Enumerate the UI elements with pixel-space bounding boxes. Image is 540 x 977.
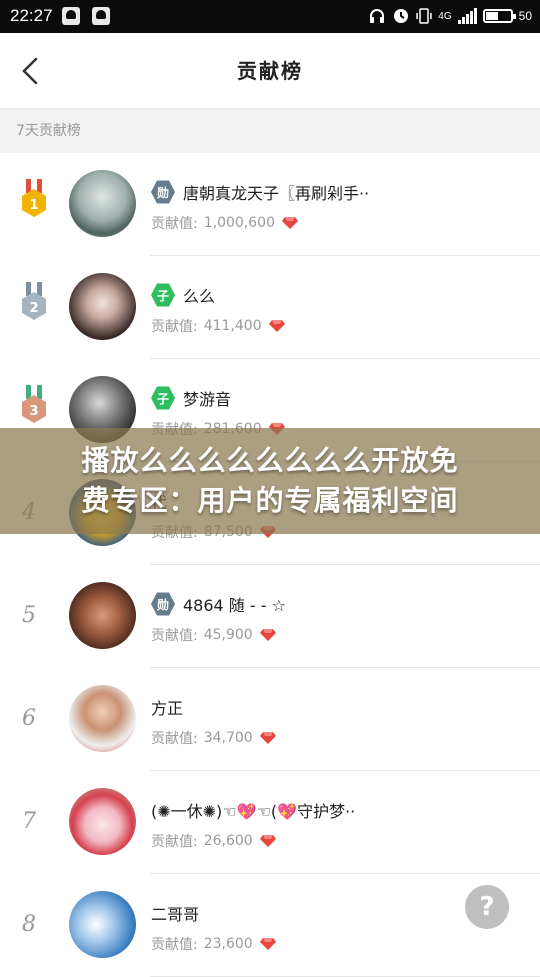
avatar[interactable]	[69, 891, 136, 958]
contribution-value: 26,600	[203, 833, 253, 849]
ranking-row[interactable]: 7 (✺一休✺)☜💖☜(💖守护梦·· 贡献值: 26,600	[0, 771, 540, 874]
contribution-value: 34,700	[203, 730, 253, 746]
ranking-row[interactable]: 8 二哥哥 贡献值: 23,600	[0, 874, 540, 977]
ranking-row[interactable]: 5 勋 4864 随 - - ☆ 贡献值: 45,900	[0, 565, 540, 668]
username: (✺一休✺)☜💖☜(💖守护梦··	[151, 802, 356, 821]
avatar[interactable]	[69, 788, 136, 855]
avatar[interactable]	[69, 582, 136, 649]
rank-number: 7	[22, 809, 36, 834]
bronze-medal-icon: 3	[22, 385, 46, 423]
user-info: 勋 4864 随 - - ☆ 贡献值: 45,900	[151, 591, 524, 645]
name-line: 子 梦游音	[151, 385, 524, 411]
contribution-line: 贡献值: 34,700	[151, 728, 524, 748]
ranking-row[interactable]: 2 子 么么 贡献值: 411,400	[0, 256, 540, 359]
username: 么么	[183, 287, 216, 306]
contribution-label: 贡献值:	[151, 937, 198, 953]
contribution-label: 贡献值:	[151, 731, 198, 747]
alarm-icon	[394, 9, 409, 23]
status-bar: 22:27 4G 50	[0, 0, 540, 33]
contribution-value: 1,000,600	[203, 215, 275, 231]
gold-medal-icon: 1	[22, 179, 46, 217]
diamond-icon	[259, 938, 276, 950]
contribution-line: 贡献值: 1,000,600	[151, 213, 524, 233]
section-label: 7天贡献榜	[16, 123, 81, 139]
rank-number: 1	[29, 198, 38, 213]
user-level-badge: 子	[151, 283, 175, 307]
contribution-value: 23,600	[203, 936, 253, 952]
contribution-value: 411,400	[203, 318, 262, 334]
navigation-bar: 贡献榜	[0, 33, 540, 109]
contribution-line: 贡献值: 45,900	[151, 625, 524, 645]
rank-number: 8	[22, 912, 36, 937]
signal-icon	[457, 8, 477, 24]
contribution-line: 贡献值: 23,600	[151, 934, 524, 954]
user-level-badge: 勋	[151, 592, 175, 616]
status-time: 22:27	[10, 6, 53, 25]
ranking-list: 1 勋 唐朝真龙天子〖再刷剁手·· 贡献值: 1,000,600 2 子 么么 …	[0, 153, 540, 977]
rank-number: 3	[29, 404, 38, 419]
ranking-row[interactable]: 1 勋 唐朝真龙天子〖再刷剁手·· 贡献值: 1,000,600	[0, 153, 540, 256]
diamond-icon	[259, 732, 276, 744]
user-info: (✺一休✺)☜💖☜(💖守护梦·· 贡献值: 26,600	[151, 797, 524, 851]
avatar[interactable]	[69, 685, 136, 752]
username: 二哥哥	[151, 905, 200, 924]
notification-icon	[92, 7, 110, 25]
contribution-label: 贡献值:	[151, 216, 198, 232]
diamond-icon	[259, 629, 276, 641]
contribution-label: 贡献值:	[151, 834, 198, 850]
username: 梦游音	[183, 390, 232, 409]
help-button[interactable]: ?	[465, 885, 509, 929]
vibrate-icon	[416, 8, 433, 24]
user-info: 方正 贡献值: 34,700	[151, 694, 524, 748]
overlay-line-2: 费专区：用户的专属福利空间	[81, 484, 459, 517]
battery-level: 50	[518, 9, 532, 23]
contribution-line: 贡献值: 26,600	[151, 831, 524, 851]
diamond-icon	[281, 217, 298, 229]
name-line: (✺一休✺)☜💖☜(💖守护梦··	[151, 797, 524, 823]
section-header: 7天贡献榜	[0, 109, 540, 153]
network-type: 4G	[438, 10, 452, 22]
silver-medal-icon: 2	[22, 282, 46, 320]
name-line: 子 么么	[151, 282, 524, 308]
user-level-badge: 勋	[151, 180, 175, 204]
page-title: 贡献榜	[237, 59, 303, 83]
user-info: 勋 唐朝真龙天子〖再刷剁手·· 贡献值: 1,000,600	[151, 179, 524, 233]
headphones-icon	[370, 9, 385, 23]
ranking-row[interactable]: 6 方正 贡献值: 34,700	[0, 668, 540, 771]
contribution-label: 贡献值:	[151, 319, 198, 335]
rank-number: 6	[22, 706, 36, 731]
username: 唐朝真龙天子〖再刷剁手··	[183, 184, 370, 203]
username: 方正	[151, 699, 184, 718]
contribution-value: 45,900	[203, 627, 253, 643]
rank-number: 5	[22, 603, 36, 628]
overlay-line-1: 播放么么么么么么么么开放免	[81, 444, 459, 477]
name-line: 方正	[151, 694, 524, 720]
avatar[interactable]	[69, 273, 136, 340]
username: 4864 随 - - ☆	[183, 596, 286, 615]
name-line: 勋 4864 随 - - ☆	[151, 591, 524, 617]
avatar[interactable]	[69, 170, 136, 237]
rank-number: 2	[29, 301, 38, 316]
user-level-badge: 子	[151, 386, 175, 410]
user-info: 子 么么 贡献值: 411,400	[151, 282, 524, 336]
notification-icon	[62, 7, 80, 25]
contribution-label: 贡献值:	[151, 628, 198, 644]
battery-icon	[482, 9, 516, 23]
contribution-line: 贡献值: 411,400	[151, 316, 524, 336]
name-line: 勋 唐朝真龙天子〖再刷剁手··	[151, 179, 524, 205]
overlay-banner: 播放么么么么么么么么开放免 费专区：用户的专属福利空间	[0, 428, 540, 534]
diamond-icon	[268, 320, 285, 332]
diamond-icon	[259, 835, 276, 847]
